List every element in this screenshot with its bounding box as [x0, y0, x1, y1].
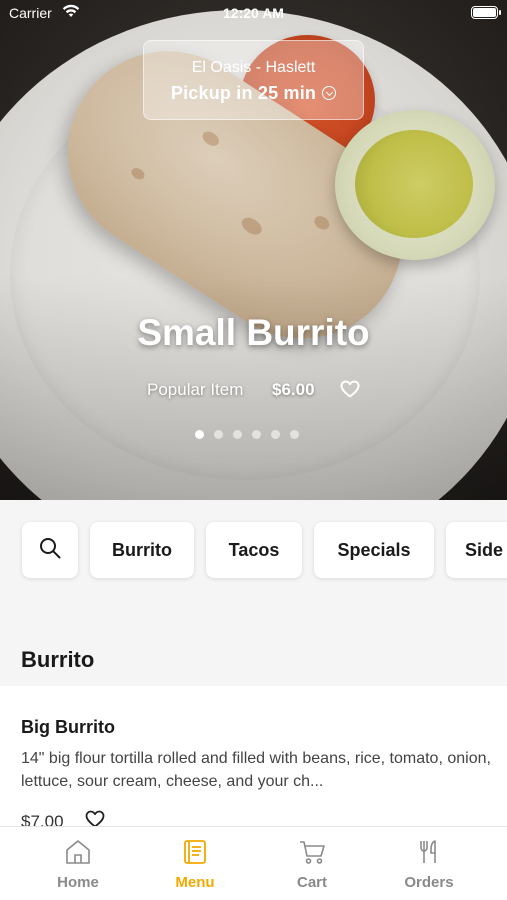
- pickup-time: Pickup in 25 min: [144, 83, 363, 104]
- carousel-pagination: [195, 430, 299, 439]
- fork-knife-icon: [416, 839, 442, 870]
- tab-label: Cart: [296, 874, 327, 891]
- category-sides[interactable]: Side: [446, 522, 507, 578]
- menu-item-description: 14" big flour tortilla rolled and filled…: [21, 750, 491, 790]
- featured-item-title: Small Burrito: [137, 312, 370, 353]
- tab-label: Menu: [175, 874, 215, 891]
- featured-item-price: $6.00: [272, 380, 315, 399]
- category-specials[interactable]: Specials: [314, 522, 434, 578]
- carousel-dot[interactable]: [271, 430, 280, 439]
- bottom-tab-bar: Home Menu Cart Orders: [0, 826, 507, 900]
- tab-cart[interactable]: Cart: [249, 827, 375, 900]
- cart-icon: [298, 839, 326, 870]
- menu-item-name: Big Burrito: [21, 717, 115, 737]
- pickup-time-label: Pickup in 25 min: [170, 83, 317, 103]
- category-bar: Burrito Tacos Specials Side: [0, 500, 507, 600]
- location-selector[interactable]: El Oasis - Haslett Pickup in 25 min: [143, 40, 364, 120]
- location-name: El Oasis - Haslett: [191, 59, 316, 76]
- carousel-dot[interactable]: [233, 430, 242, 439]
- menu-section-header: Burrito: [0, 600, 507, 686]
- menu-item[interactable]: Big Burrito 14" big flour tortilla rolle…: [0, 686, 507, 846]
- tab-orders[interactable]: Orders: [366, 827, 492, 900]
- battery-icon: [471, 6, 501, 19]
- category-tacos[interactable]: Tacos: [206, 522, 302, 578]
- popular-item-label: Popular Item: [147, 380, 244, 399]
- search-button[interactable]: [22, 522, 78, 578]
- section-title: Burrito: [21, 647, 95, 672]
- carousel-dot[interactable]: [195, 430, 204, 439]
- menu-book-icon: [182, 839, 208, 870]
- tab-label: Home: [57, 874, 99, 891]
- carousel-dot[interactable]: [290, 430, 299, 439]
- carousel-dot[interactable]: [252, 430, 261, 439]
- favorite-heart-icon[interactable]: [340, 380, 360, 403]
- search-icon: [38, 536, 62, 565]
- home-icon: [64, 839, 92, 870]
- category-burrito[interactable]: Burrito: [90, 522, 194, 578]
- tab-label: Orders: [404, 874, 454, 891]
- tab-home[interactable]: Home: [15, 827, 141, 900]
- status-bar: Carrier 12:20 AM: [0, 0, 507, 26]
- status-time: 12:20 AM: [223, 5, 284, 21]
- tab-menu[interactable]: Menu: [132, 827, 258, 900]
- chevron-down-icon: [322, 86, 337, 100]
- carousel-dot[interactable]: [214, 430, 223, 439]
